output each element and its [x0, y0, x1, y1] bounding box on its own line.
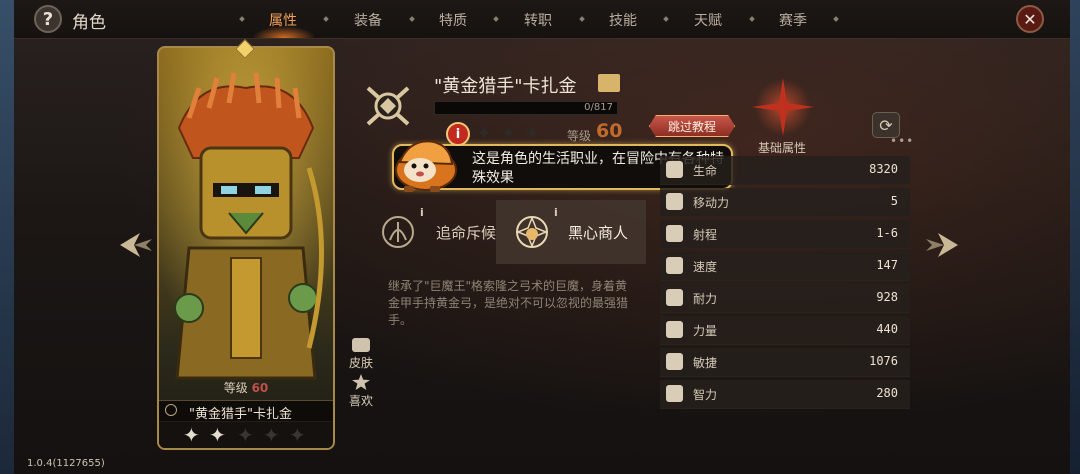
class-name: 黑心商人 — [568, 224, 629, 242]
stat-value: 928 — [876, 290, 898, 304]
hero-name: "黄金猎手"卡扎金 — [434, 76, 577, 97]
hero-description: 继承了"巨魔王"格索隆之弓术的巨魔，身着黄金甲手持黄金弓，是绝对不可以忽视的最强… — [388, 279, 629, 327]
skip-tutorial-button[interactable]: 跳过教程 — [649, 115, 735, 137]
stats-title: 基础属性 — [758, 141, 807, 155]
star-empty-icon: ✦ — [524, 121, 541, 145]
skin-label: 皮肤 — [348, 356, 373, 370]
stat-value: 147 — [876, 258, 898, 272]
hero-portrait — [159, 48, 333, 404]
stat-value: 5 — [890, 194, 898, 208]
more-icon[interactable]: ••• — [890, 134, 914, 148]
star-empty-icon: ✦ — [237, 423, 254, 447]
compass-star-icon — [752, 78, 814, 136]
xp-bar: 0/817 — [434, 101, 618, 115]
skin-icon — [352, 338, 370, 352]
info-alert-icon: i — [446, 122, 470, 146]
tab-talents[interactable]: 天赋 — [694, 10, 722, 30]
stat-label: 生命 — [693, 164, 718, 178]
favorite-badge-icon — [165, 404, 177, 416]
tab-skills[interactable]: 技能 — [609, 10, 637, 30]
stat-label: 智力 — [693, 388, 718, 402]
stat-row-strength: 力量 440 — [660, 316, 910, 345]
class-option-merchant[interactable]: i 黑心商人 — [496, 200, 646, 264]
tab-traits[interactable]: 特质 — [439, 10, 467, 30]
brain-icon — [666, 385, 683, 402]
speed-icon — [666, 257, 683, 274]
class-info-icon[interactable]: i — [420, 206, 429, 219]
card-level-label: 等级 — [223, 381, 248, 395]
next-hero-arrow-icon[interactable] — [922, 225, 962, 265]
stat-label: 耐力 — [693, 292, 718, 306]
shield-icon — [666, 289, 683, 306]
stat-row-range: 射程 1-6 — [660, 220, 910, 249]
boot-icon — [666, 193, 683, 210]
version-label: 1.0.4(1127655) — [27, 458, 105, 469]
stat-row-speed: 速度 147 — [660, 252, 910, 281]
like-label: 喜欢 — [348, 394, 373, 408]
class-emblem-icon — [366, 86, 410, 126]
skin-button[interactable]: 皮肤 — [346, 338, 376, 371]
page-title: 角色 — [72, 13, 106, 33]
hero-card[interactable]: 等级 60 "黄金猎手"卡扎金 ✦ ✦ ✦ ✦ ✦ — [157, 46, 335, 450]
xp-text: 0/817 — [584, 102, 613, 113]
stat-value: 440 — [876, 322, 898, 336]
star-empty-icon: ✦ — [289, 423, 306, 447]
stat-value: 1-6 — [876, 226, 898, 240]
card-level-value: 60 — [251, 381, 269, 395]
stat-label: 射程 — [693, 228, 718, 242]
class-info-icon[interactable]: i — [554, 206, 563, 219]
close-icon: ✕ — [1023, 9, 1037, 29]
stat-value: 8320 — [869, 162, 898, 176]
tab-equipment[interactable]: 装备 — [354, 10, 382, 30]
star-filled-icon: ✦ — [183, 423, 200, 447]
class-option-scout[interactable]: i 追命斥候 — [376, 200, 497, 264]
star-empty-icon: ✦ — [263, 423, 280, 447]
scout-class-icon — [382, 216, 414, 248]
stat-value: 280 — [876, 386, 898, 400]
card-level: 等级 60 — [159, 379, 333, 396]
heart-icon — [666, 161, 683, 178]
card-star-rating: ✦ ✦ ✦ ✦ ✦ — [159, 422, 333, 448]
close-button[interactable]: ✕ — [1016, 5, 1044, 33]
hero-level-label: 等级 — [567, 129, 592, 143]
target-icon — [666, 225, 683, 242]
stat-label: 敏捷 — [693, 356, 718, 370]
tab-season[interactable]: 赛季 — [779, 10, 807, 30]
help-icon[interactable]: ? — [34, 5, 62, 33]
star-empty-icon: ✦ — [476, 121, 493, 145]
card-hero-name: "黄金猎手"卡扎金 — [189, 407, 292, 422]
tab-class-change[interactable]: 转职 — [524, 10, 552, 30]
stat-label: 速度 — [693, 260, 718, 274]
star-filled-icon: ✦ — [209, 423, 226, 447]
left-edge-backdrop — [0, 0, 14, 474]
hero-level-value: 60 — [596, 120, 623, 142]
card-name-bar: "黄金猎手"卡扎金 — [159, 400, 333, 422]
right-edge-backdrop — [1070, 0, 1080, 474]
stat-row-stamina: 耐力 928 — [660, 284, 910, 313]
class-name: 追命斥候 — [436, 224, 497, 242]
star-empty-icon: ✦ — [500, 121, 517, 145]
class-selector: i 追命斥候 i 黑心商人 — [376, 200, 646, 264]
stat-row-agility: 敏捷 1076 — [660, 348, 910, 377]
lore-book-icon[interactable] — [598, 74, 620, 92]
stat-row-intellect: 智力 280 — [660, 380, 910, 409]
stat-row-hp: 生命 8320 — [660, 156, 910, 185]
agility-icon — [666, 353, 683, 370]
like-star-icon — [352, 374, 370, 390]
tab-attributes[interactable]: 属性 — [269, 10, 297, 30]
stat-label: 移动力 — [693, 196, 730, 210]
like-button[interactable]: 喜欢 — [346, 374, 376, 409]
stat-value: 1076 — [869, 354, 898, 368]
merchant-class-icon — [515, 215, 549, 249]
stat-row-move: 移动力 5 — [660, 188, 910, 217]
fist-icon — [666, 321, 683, 338]
stat-label: 力量 — [693, 324, 718, 338]
previous-hero-arrow-icon[interactable] — [116, 225, 156, 265]
